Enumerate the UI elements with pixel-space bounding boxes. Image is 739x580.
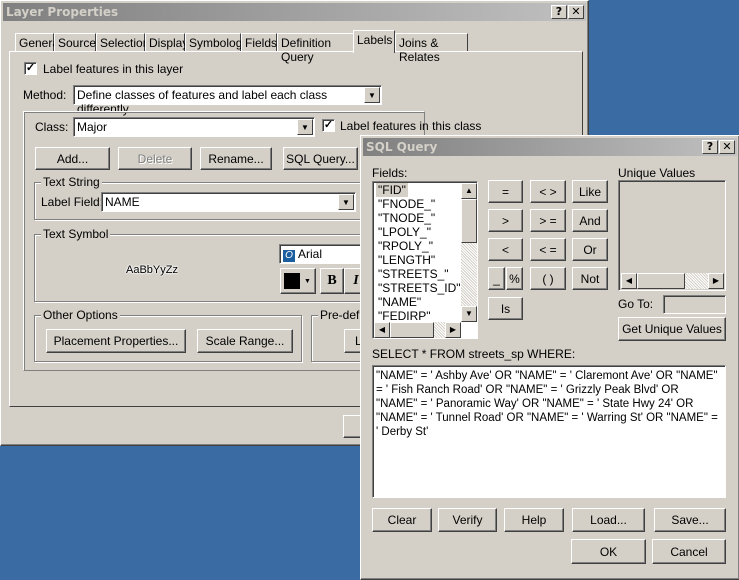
fields-label: Fields: — [372, 166, 408, 180]
chevron-down-icon[interactable]: ▼ — [297, 119, 313, 135]
field-item[interactable]: "STREETS_" — [376, 267, 463, 281]
field-item[interactable]: "TNODE_" — [376, 211, 463, 225]
tab-general[interactable]: General — [15, 33, 62, 52]
cancel-button[interactable]: Cancel — [652, 539, 726, 564]
label-features-layer-checkbox[interactable]: ✓ — [24, 62, 37, 75]
operator-less-button[interactable]: < — [488, 238, 523, 261]
rename-button[interactable]: Rename... — [200, 147, 272, 170]
operator-and-button[interactable]: And — [572, 209, 608, 232]
operator-percent-button[interactable]: % — [506, 267, 523, 290]
operator-underscore-button[interactable]: _ — [488, 267, 505, 290]
close-button[interactable]: ✕ — [719, 140, 735, 154]
class-select[interactable]: Major ▼ — [73, 117, 315, 137]
operator-greater-button[interactable]: > — [488, 209, 523, 232]
query-textarea[interactable]: "NAME" = ' Ashby Ave' OR "NAME" = ' Clar… — [372, 365, 726, 498]
color-button[interactable]: ▼ — [280, 268, 316, 294]
tab-labels[interactable]: Labels — [353, 30, 395, 53]
other-options-title: Other Options — [41, 308, 120, 322]
scroll-down-arrow-icon[interactable]: ▼ — [461, 306, 477, 322]
tab-display[interactable]: Display — [145, 33, 188, 52]
verify-button[interactable]: Verify — [438, 508, 497, 532]
label-features-class-checkbox[interactable]: ✓ — [322, 119, 335, 132]
method-label: Method: — [23, 88, 67, 102]
chevron-down-icon: ▼ — [304, 277, 311, 285]
font-select[interactable]: O Arial — [279, 244, 369, 264]
operator-parentheses-button[interactable]: ( ) — [530, 267, 566, 290]
clear-button[interactable]: Clear — [372, 508, 432, 532]
select-statement-label: SELECT * FROM streets_sp WHERE: — [372, 347, 576, 361]
font-value: Arial — [298, 247, 323, 261]
unique-values-list[interactable]: ◀ ▶ — [618, 180, 726, 291]
text-string-title: Text String — [41, 175, 102, 189]
text-symbol-preview: AaBbYyZz — [126, 264, 178, 276]
tab-source[interactable]: Source — [54, 33, 96, 52]
close-button[interactable]: ✕ — [568, 5, 584, 19]
field-item[interactable]: "STREETS_ID" — [376, 281, 463, 295]
font-icon: O — [283, 250, 295, 262]
field-item[interactable]: "NAME" — [376, 295, 463, 309]
field-item[interactable]: "LPOLY_" — [376, 225, 463, 239]
class-label: Class: — [35, 120, 69, 134]
get-unique-values-button[interactable]: Get Unique Values — [618, 317, 726, 341]
chevron-down-icon[interactable]: ▼ — [364, 87, 380, 103]
fields-list[interactable]: "FID" "FNODE_" "TNODE_" "LPOLY_" "RPOLY_" "LE… — [372, 181, 478, 339]
operator-not-button[interactable]: Not — [572, 267, 608, 290]
sql-query-button[interactable]: SQL Query... — [283, 147, 358, 170]
title-bar[interactable]: SQL Query ? ✕ — [363, 138, 737, 156]
scroll-left-arrow-icon[interactable]: ◀ — [374, 322, 390, 338]
chevron-down-icon[interactable]: ▼ — [338, 194, 354, 210]
add-button[interactable]: Add... — [35, 147, 110, 170]
scroll-left-arrow-icon[interactable]: ◀ — [621, 273, 637, 289]
title-bar[interactable]: Layer Properties ? ✕ — [3, 3, 586, 21]
delete-button[interactable]: Delete — [118, 147, 192, 170]
field-item[interactable]: "RPOLY_" — [376, 239, 463, 253]
field-item[interactable]: "FEDIRP" — [376, 309, 463, 323]
operator-like-button[interactable]: Like — [572, 180, 608, 203]
placement-properties-button[interactable]: Placement Properties... — [46, 329, 186, 353]
goto-input[interactable] — [663, 295, 726, 314]
window-title: Layer Properties — [6, 5, 119, 19]
method-select[interactable]: Define classes of features and label eac… — [73, 85, 382, 116]
text-symbol-title: Text Symbol — [41, 227, 111, 241]
label-features-layer-label: Label features in this layer — [43, 62, 184, 76]
label-features-class-label: Label features in this class — [340, 119, 482, 133]
bold-button[interactable]: B — [320, 268, 344, 294]
fields-items: "FID" "FNODE_" "TNODE_" "LPOLY_" "RPOLY_" "LE… — [376, 183, 463, 323]
label-field-label: Label Field: — [41, 195, 104, 209]
help-button[interactable]: ? — [702, 140, 718, 154]
tab-selection[interactable]: Selection — [96, 33, 149, 52]
operator-less-equal-button[interactable]: < = — [530, 238, 566, 261]
scroll-thumb[interactable] — [461, 199, 477, 243]
tab-joins-relates[interactable]: Joins & Relates — [395, 33, 468, 64]
goto-label: Go To: — [618, 297, 654, 311]
scroll-right-arrow-icon[interactable]: ▶ — [708, 273, 724, 289]
ok-button[interactable]: OK — [571, 539, 646, 564]
label-field-value: NAME — [105, 195, 140, 209]
class-value: Major — [77, 120, 108, 134]
color-swatch — [284, 273, 300, 289]
load-button[interactable]: Load... — [572, 508, 645, 532]
field-item[interactable]: "FID" — [376, 183, 408, 197]
operator-greater-equal-button[interactable]: > = — [530, 209, 566, 232]
operator-is-button[interactable]: Is — [488, 297, 523, 320]
operator-or-button[interactable]: Or — [572, 238, 608, 261]
dialog-title: SQL Query — [366, 140, 438, 154]
scroll-thumb[interactable] — [390, 322, 434, 338]
operator-not-equals-button[interactable]: < > — [530, 180, 566, 203]
tab-definition-query[interactable]: Definition Query — [277, 33, 354, 64]
field-item[interactable]: "FNODE_" — [376, 197, 463, 211]
field-item[interactable]: "LENGTH" — [376, 253, 463, 267]
scroll-right-arrow-icon[interactable]: ▶ — [445, 322, 461, 338]
scroll-up-arrow-icon[interactable]: ▲ — [461, 183, 477, 199]
tab-symbology[interactable]: Symbology — [185, 33, 248, 52]
scroll-thumb[interactable] — [637, 273, 685, 289]
label-field-select[interactable]: NAME ▼ — [101, 192, 356, 212]
help-button[interactable]: Help — [504, 508, 564, 532]
unique-values-label: Unique Values — [618, 166, 696, 180]
save-button[interactable]: Save... — [654, 508, 726, 532]
tab-fields[interactable]: Fields — [241, 33, 277, 52]
help-button[interactable]: ? — [551, 5, 567, 19]
operator-equals-button[interactable]: = — [488, 180, 523, 203]
scale-range-button[interactable]: Scale Range... — [197, 329, 293, 353]
